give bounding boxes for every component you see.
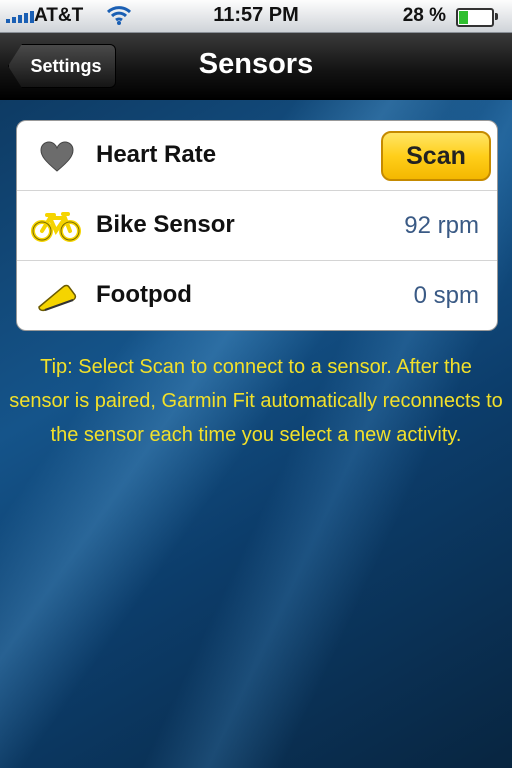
footpod-value: 0 spm — [413, 282, 479, 309]
navigation-bar: Settings Sensors — [0, 33, 512, 100]
page-title: Sensors — [198, 48, 314, 80]
sensor-label: Bike Sensor — [96, 211, 235, 238]
battery-level — [459, 11, 469, 24]
battery-percent: 28 % — [402, 5, 446, 26]
sensor-row-bike-sensor[interactable]: Bike Sensor 92 rpm — [17, 191, 497, 261]
battery-icon — [456, 8, 498, 27]
sensor-list: Heart Rate Scan Bike Sensor 92 rpm Footp… — [16, 120, 498, 331]
heart-icon — [37, 139, 77, 173]
shoe-icon — [37, 279, 77, 313]
sensor-label: Heart Rate — [96, 141, 217, 168]
sensor-label: Footpod — [96, 281, 192, 308]
sensor-row-heart-rate[interactable]: Heart Rate Scan — [17, 121, 497, 191]
scan-button[interactable]: Scan — [381, 131, 491, 181]
tip-text: Tip: Select Scan to connect to a sensor.… — [9, 356, 503, 446]
bike-icon — [31, 209, 81, 243]
status-bar: AT&T 11:57 PM 28 % — [0, 0, 512, 33]
cadence-value: 92 rpm — [404, 212, 479, 239]
sensor-row-footpod[interactable]: Footpod 0 spm — [17, 261, 497, 330]
